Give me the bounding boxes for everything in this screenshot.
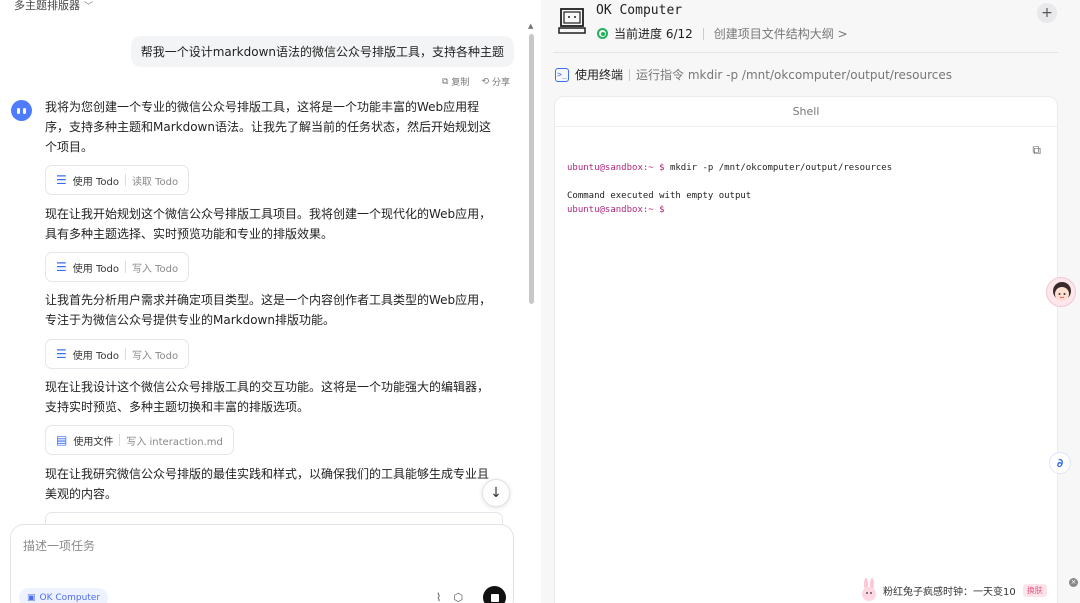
- share-button[interactable]: ⟲ 分享: [481, 75, 510, 89]
- copy-label: 复制: [451, 78, 470, 88]
- shell-panel: Shell ⧉ ubuntu@sandbox:~ $ mkdir -p /mnt…: [554, 96, 1058, 603]
- theme-dropdown-label: 多主题排版器: [14, 0, 80, 12]
- ad-banner[interactable]: 粉红兔子疯感时钟：一天变10 换肤: [858, 578, 1047, 603]
- chat-panel: 多主题排版器 ﹀ 帮我一个设计markdown语法的微信公众号排版工具，支持各种…: [0, 0, 540, 603]
- file-icon: ▤: [56, 433, 68, 447]
- chevron-down-icon: ﹀: [84, 1, 94, 12]
- ad-text: 粉红兔子疯感时钟：一天变10: [883, 587, 1016, 598]
- divider: [702, 27, 704, 40]
- progress-status-icon: [597, 28, 608, 39]
- tool-label: 使用 Todo: [72, 350, 119, 362]
- tool-sub-label: 写入 interaction.md: [126, 436, 223, 448]
- message-actions: ⧉ 复制 ⟲ 分享: [441, 75, 510, 89]
- scroll-to-bottom-button[interactable]: ↓: [482, 479, 510, 507]
- close-icon[interactable]: ×: [1069, 578, 1078, 587]
- shell-output-line: Command executed with empty output: [567, 191, 752, 201]
- divider: [629, 68, 631, 81]
- attach-icon[interactable]: ⌇: [436, 591, 441, 603]
- divider: [124, 261, 126, 273]
- computer-panel: OK Computer 当前进度 6/12 创建项目文件结构大纲 > + >_ …: [541, 0, 1080, 603]
- scrollbar-thumb[interactable]: [529, 34, 534, 304]
- current-task-link[interactable]: 创建项目文件结构大纲 >: [714, 25, 848, 42]
- assistant-paragraph: 现在让我研究微信公众号排版的最佳实践和样式，以确保我们的工具能够生成专业且美观的…: [45, 467, 490, 501]
- assistant-paragraph: 让我首先分析用户需求并确定项目类型。这是一个内容创作者工具类型的Web应用，专注…: [45, 293, 492, 327]
- tool-sub-label: 读取 Todo: [131, 176, 179, 188]
- progress-row: 当前进度 6/12 创建项目文件结构大纲 >: [597, 25, 848, 42]
- cube-icon[interactable]: ⬡: [453, 591, 463, 603]
- copy-button[interactable]: ⧉ 复制: [441, 75, 470, 89]
- terminal-label: 使用终端: [575, 68, 624, 82]
- shell-output: ubuntu@sandbox:~ $ mkdir -p /mnt/okcompu…: [567, 161, 892, 217]
- computer-icon: [558, 8, 586, 34]
- scroll-up-arrow-icon[interactable]: ▲: [528, 22, 533, 30]
- terminal-action-row: >_ 使用终端 运行指令 mkdir -p /mnt/okcomputer/ou…: [555, 66, 952, 83]
- agent-mode-label: OK Computer: [39, 593, 101, 603]
- tool-label: 使用 Todo: [72, 263, 119, 275]
- todo-list-icon: ☰: [56, 260, 67, 274]
- divider: [553, 52, 1058, 53]
- tool-call-chip[interactable]: ☰ 使用 Todo 写入 Todo: [45, 252, 190, 282]
- assistant-paragraph: 我将为您创建一个专业的微信公众号排版工具，这将是一个功能丰富的Web应用程序，支…: [45, 100, 491, 154]
- task-input-placeholder[interactable]: 描述一项任务: [23, 537, 95, 554]
- tool-label: 使用文件: [73, 436, 114, 448]
- progress-label: 当前进度 6/12: [614, 27, 693, 41]
- tool-sub-label: 写入 Todo: [131, 350, 179, 362]
- shell-prompt: ubuntu@sandbox:~ $: [567, 205, 665, 215]
- computer-icon: ▣: [27, 593, 36, 603]
- terminal-icon: >_: [555, 67, 569, 82]
- tool-call-chip[interactable]: ☰ 使用 Todo 读取 Todo: [45, 165, 190, 195]
- assistant-paragraph: 现在让我设计这个微信公众号排版工具的交互功能。这将是一个功能强大的编辑器，支持实…: [45, 380, 490, 414]
- assistant-paragraph: 现在让我开始规划这个微信公众号排版工具项目。我将创建一个现代化的Web应用，具有…: [45, 207, 492, 241]
- stop-icon: [490, 593, 499, 602]
- bunny-icon: [862, 578, 876, 601]
- shell-header: Shell: [555, 97, 1057, 127]
- brand-logo-icon[interactable]: ∂: [1049, 452, 1071, 474]
- shell-line: ubuntu@sandbox:~ $: [567, 203, 892, 217]
- shell-prompt: ubuntu@sandbox:~ $: [567, 163, 665, 173]
- panel-title: OK Computer: [596, 3, 683, 18]
- todo-list-icon: ☰: [56, 347, 67, 361]
- assistant-character-avatar[interactable]: [1046, 277, 1076, 307]
- chat-scrollbar[interactable]: ▲: [528, 22, 534, 602]
- tool-label: 使用 Todo: [72, 176, 119, 188]
- arrow-down-icon: ↓: [490, 485, 502, 501]
- ad-tag[interactable]: 换肤: [1022, 584, 1047, 597]
- plus-icon: +: [1041, 5, 1053, 21]
- theme-dropdown[interactable]: 多主题排版器 ﹀: [14, 0, 93, 13]
- copy-icon: ⧉: [441, 76, 449, 87]
- copy-icon[interactable]: ⧉: [1032, 143, 1041, 158]
- tool-call-chip[interactable]: ☰ 使用 Todo 写入 Todo: [45, 339, 190, 369]
- tool-call-chip[interactable]: ▤ 使用文件 写入 interaction.md: [45, 425, 234, 455]
- user-message: 帮我一个设计markdown语法的微信公众号排版工具，支持各种主题: [130, 36, 514, 67]
- stop-button[interactable]: [483, 586, 506, 603]
- share-label: 分享: [491, 78, 510, 88]
- todo-list-icon: ☰: [56, 173, 67, 187]
- divider: [124, 174, 126, 186]
- divider: [124, 348, 126, 360]
- assistant-avatar: [11, 100, 32, 121]
- app-root: 多主题排版器 ﹀ 帮我一个设计markdown语法的微信公众号排版工具，支持各种…: [0, 0, 1080, 603]
- share-icon: ⟲: [481, 76, 489, 87]
- add-button[interactable]: +: [1037, 3, 1057, 23]
- shell-line: ubuntu@sandbox:~ $ mkdir -p /mnt/okcompu…: [567, 161, 892, 175]
- task-input-box[interactable]: 描述一项任务 ▣ OK Computer ⌇ ⬡: [10, 524, 514, 603]
- shell-command: mkdir -p /mnt/okcomputer/output/resource…: [664, 163, 893, 173]
- terminal-command: 运行指令 mkdir -p /mnt/okcomputer/output/res…: [636, 68, 953, 82]
- input-tools: ⌇ ⬡: [436, 591, 463, 603]
- divider: [119, 434, 121, 446]
- tool-sub-label: 写入 Todo: [131, 263, 179, 275]
- agent-mode-chip[interactable]: ▣ OK Computer: [19, 588, 109, 603]
